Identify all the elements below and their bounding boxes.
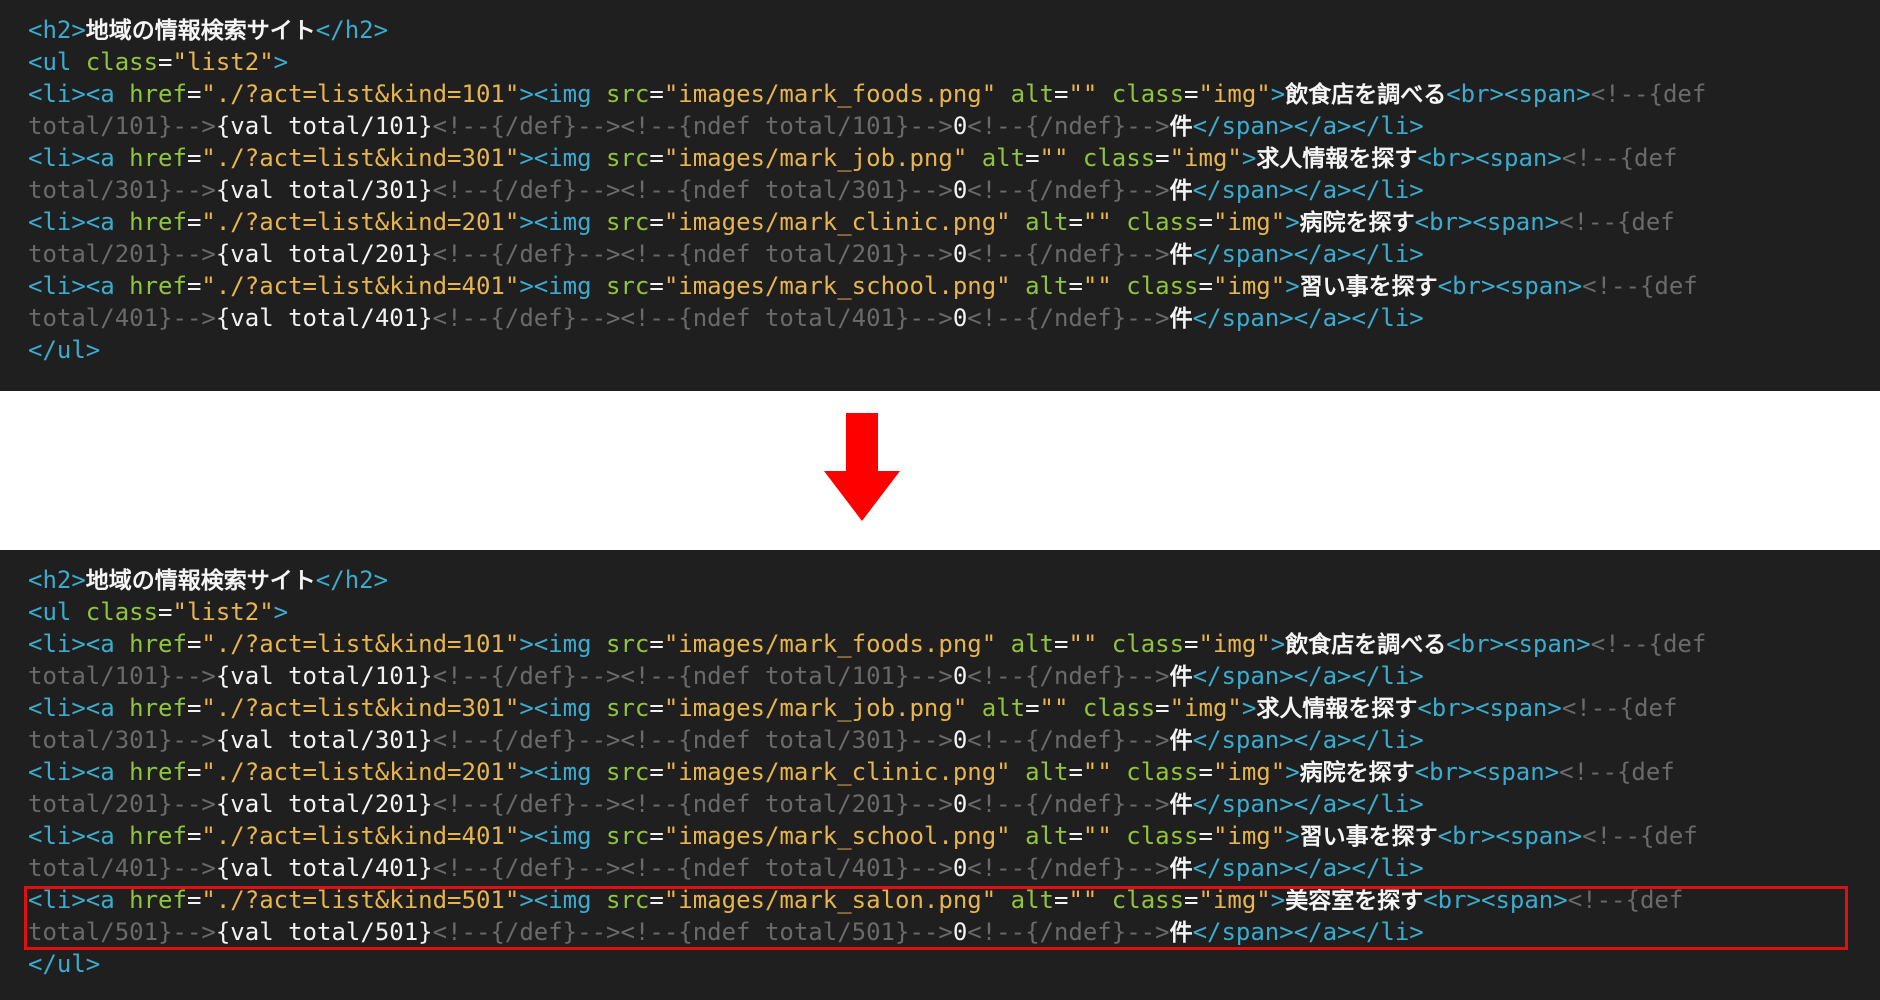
list-class-value: list2 [186,598,260,626]
kind-value: 201 [851,240,896,268]
kind-value: 301 [461,694,505,722]
code-line-li: <li><a href="./?act=list&kind=101"><img … [28,630,1707,658]
kind-value: 101 [114,112,159,140]
kind-value: 201 [374,790,419,818]
kind-value: 201 [374,240,419,268]
code-line-li: <li><a href="./?act=list&kind=401"><img … [28,272,1698,300]
item-label: 病院を探す [1299,760,1415,786]
kind-value: 101 [114,662,159,690]
count-suffix: 件 [1169,856,1193,882]
code-line-ul-open: <ul class="list2"> [28,598,289,626]
item-label: 飲食店を調べる [1285,632,1447,658]
count-suffix: 件 [1169,114,1193,140]
img-src-value: images/mark_job.png [678,694,953,722]
kind-value: 201 [114,790,159,818]
code-line-li-count: total/201}-->{val total/201}<!--{/def}--… [28,790,1424,818]
arrow-down-icon [824,413,900,521]
code-line-ul-close: </ul> [28,950,101,978]
item-label: 習い事を探す [1299,824,1438,850]
item-label: 求人情報を探す [1256,696,1418,722]
list-class-value: list2 [186,48,260,76]
img-src-value: images/mark_school.png [678,822,997,850]
kind-value: 301 [114,176,159,204]
kind-value: 101 [851,662,896,690]
kind-value: 401 [461,822,505,850]
img-src-value: images/mark_foods.png [678,630,982,658]
kind-value: 201 [461,758,505,786]
code-line-li: <li><a href="./?act=list&kind=201"><img … [28,208,1675,236]
kind-value: 401 [461,272,505,300]
code-line-li-count: total/401}-->{val total/401}<!--{/def}--… [28,854,1424,882]
kind-value: 101 [374,662,419,690]
item-label: 病院を探す [1299,210,1415,236]
code-line-li: <li><a href="./?act=list&kind=201"><img … [28,758,1675,786]
kind-value: 201 [461,208,505,236]
kind-value: 301 [374,176,419,204]
kind-value: 401 [374,854,419,882]
kind-value: 301 [374,726,419,754]
kind-value: 401 [374,304,419,332]
added-item-highlight [24,886,1848,950]
code-line-li-count: total/201}-->{val total/201}<!--{/def}--… [28,240,1424,268]
kind-value: 401 [114,304,159,332]
code-line-heading: <h2>地域の情報検索サイト</h2> [28,16,389,44]
count-suffix: 件 [1169,664,1193,690]
code-line-li-count: total/401}-->{val total/401}<!--{/def}--… [28,304,1424,332]
code-line-li: <li><a href="./?act=list&kind=401"><img … [28,822,1698,850]
code-line-li: <li><a href="./?act=list&kind=301"><img … [28,144,1678,172]
code-line-ul-close: </ul> [28,336,101,364]
img-src-value: images/mark_job.png [678,144,953,172]
kind-value: 101 [461,630,505,658]
code-line-li-count: total/101}-->{val total/101}<!--{/def}--… [28,662,1424,690]
kind-value: 201 [114,240,159,268]
kind-value: 101 [851,112,896,140]
img-src-value: images/mark_foods.png [678,80,982,108]
img-src-value: images/mark_clinic.png [678,208,997,236]
code-line-li-count: total/301}-->{val total/301}<!--{/def}--… [28,726,1424,754]
kind-value: 101 [374,112,419,140]
code-line-heading: <h2>地域の情報検索サイト</h2> [28,566,389,594]
kind-value: 401 [114,854,159,882]
count-suffix: 件 [1169,792,1193,818]
kind-value: 101 [461,80,505,108]
heading-text: 地域の情報検索サイト [85,18,316,44]
kind-value: 401 [851,304,896,332]
code-line-li-count: total/101}-->{val total/101}<!--{/def}--… [28,112,1424,140]
code-panel-before: <h2>地域の情報検索サイト</h2> <ul class="list2"> <li… [0,0,1880,391]
kind-value: 401 [851,854,896,882]
kind-value: 301 [114,726,159,754]
count-suffix: 件 [1169,242,1193,268]
heading-text: 地域の情報検索サイト [85,568,316,594]
kind-value: 301 [851,176,896,204]
count-suffix: 件 [1169,306,1193,332]
code-line-li: <li><a href="./?act=list&kind=301"><img … [28,694,1678,722]
code-line-li: <li><a href="./?act=list&kind=101"><img … [28,80,1707,108]
item-label: 求人情報を探す [1256,146,1418,172]
count-suffix: 件 [1169,728,1193,754]
kind-value: 301 [851,726,896,754]
item-label: 飲食店を調べる [1285,82,1447,108]
kind-value: 301 [461,144,505,172]
img-src-value: images/mark_school.png [678,272,997,300]
count-suffix: 件 [1169,178,1193,204]
item-label: 習い事を探す [1299,274,1438,300]
img-src-value: images/mark_clinic.png [678,758,997,786]
code-line-li-count: total/301}-->{val total/301}<!--{/def}--… [28,176,1424,204]
code-line-ul-open: <ul class="list2"> [28,48,289,76]
kind-value: 201 [851,790,896,818]
